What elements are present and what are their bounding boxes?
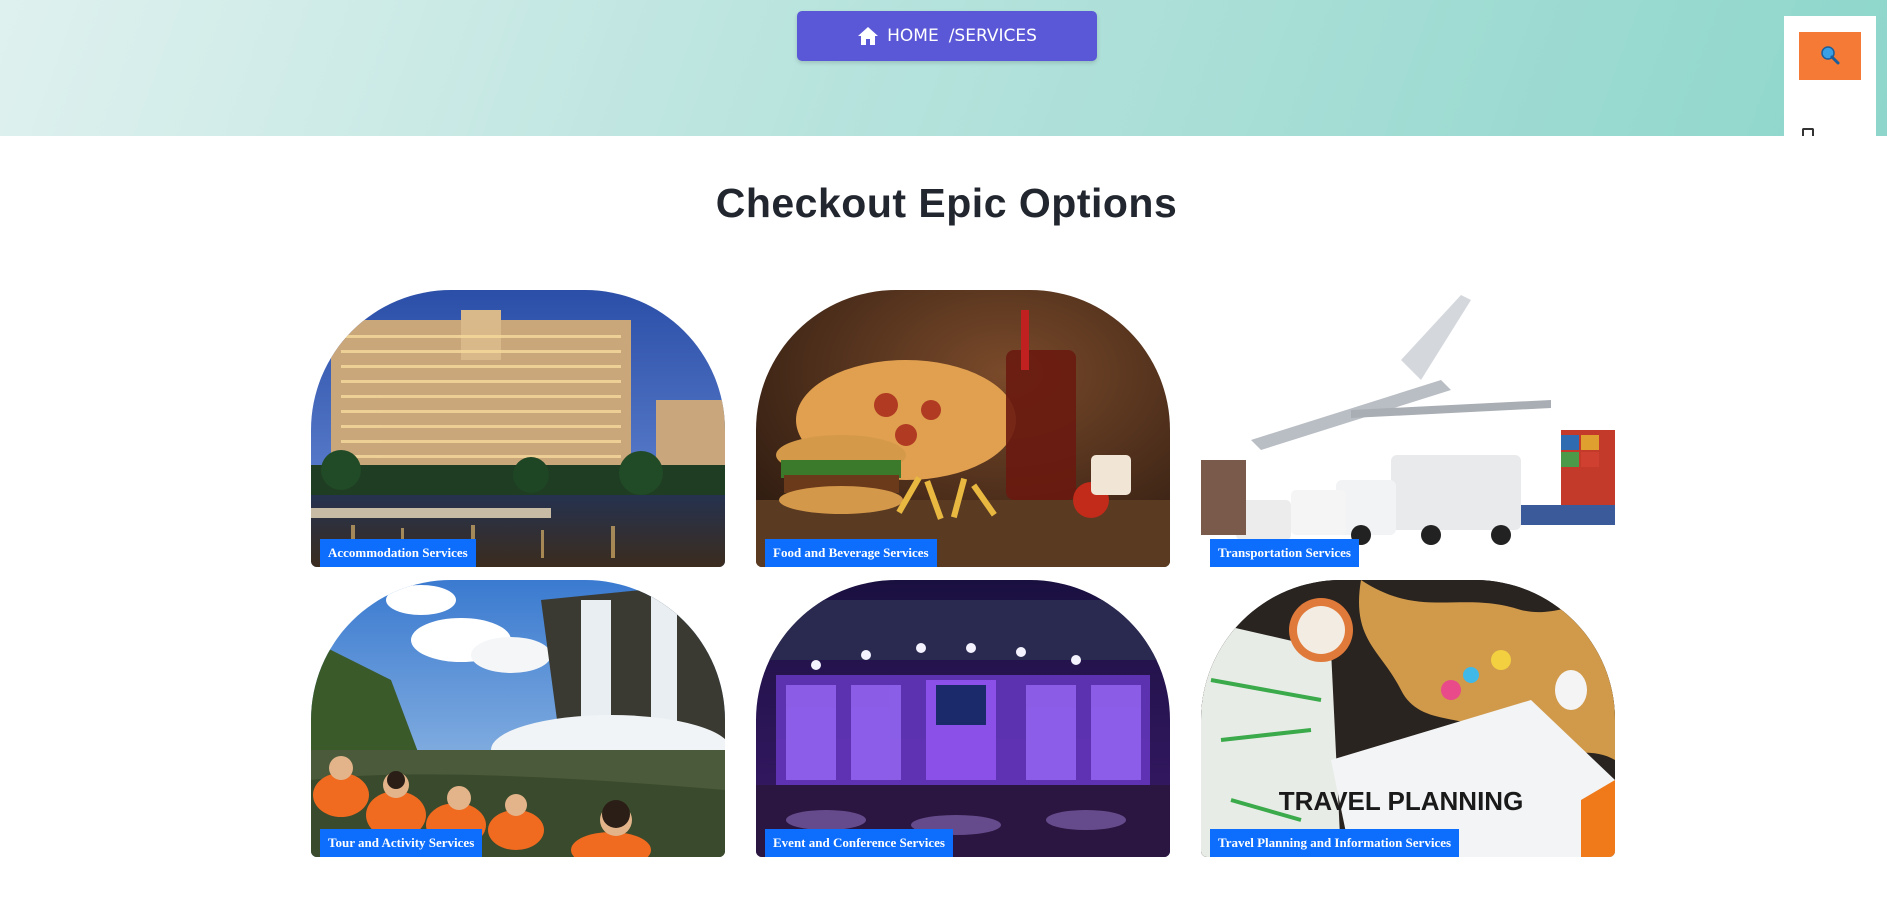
service-card-tour-activity[interactable]: Tour and Activity Services (311, 580, 725, 857)
service-card-food-beverage[interactable]: Food and Beverage Services (756, 290, 1170, 567)
magnifier-icon (1820, 45, 1840, 68)
service-card-transportation[interactable]: Transportation Services (1201, 290, 1615, 567)
fast-food-photo (756, 290, 1170, 567)
hotel-photo (311, 290, 725, 567)
breadcrumb-home-link[interactable]: HOME (887, 26, 939, 46)
service-label: Transportation Services (1210, 539, 1359, 567)
service-card-event-conference[interactable]: Event and Conference Services (756, 580, 1170, 857)
breadcrumb-current: /SERVICES (948, 26, 1037, 46)
conference-stage-photo (756, 580, 1170, 857)
travel-map-photo: TRAVEL PLANNING (1201, 580, 1615, 857)
services-grid: Accommodation Services Food and Beverage… (311, 290, 1616, 857)
search-button[interactable] (1799, 32, 1861, 80)
home-icon[interactable] (857, 26, 879, 46)
service-label: Tour and Activity Services (320, 829, 483, 857)
plane-truck-ship-photo (1201, 290, 1615, 567)
service-label: Event and Conference Services (765, 829, 953, 857)
breadcrumb: HOME /SERVICES (797, 11, 1097, 61)
service-label: Travel Planning and Information Services (1210, 829, 1460, 857)
bag-icon (1802, 128, 1814, 136)
service-card-travel-planning[interactable]: TRAVEL PLANNING Travel Planning and Info… (1201, 580, 1615, 857)
service-label: Accommodation Services (320, 539, 476, 567)
service-card-accommodation[interactable]: Accommodation Services (311, 290, 725, 567)
section-heading: Checkout Epic Options (715, 180, 1178, 226)
travel-planning-image-text: TRAVEL PLANNING (1279, 786, 1524, 816)
waterfall-boat-tour-photo (311, 580, 725, 857)
service-label: Food and Beverage Services (765, 539, 937, 567)
